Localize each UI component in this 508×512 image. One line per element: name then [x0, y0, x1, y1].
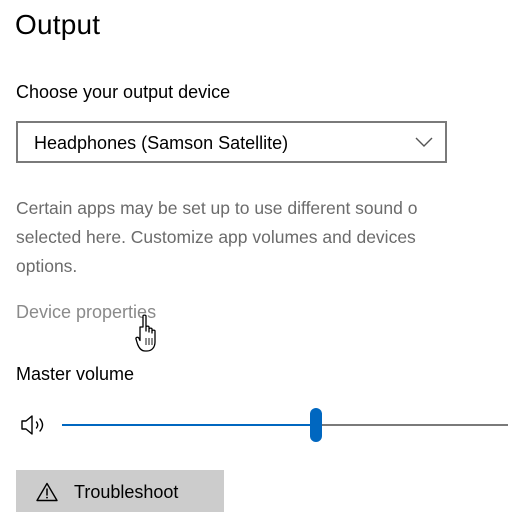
- master-volume-slider[interactable]: [62, 408, 508, 442]
- output-device-label: Choose your output device: [16, 82, 231, 102]
- warning-icon: [36, 482, 58, 502]
- output-help-text: Certain apps may be set up to use differ…: [16, 194, 508, 281]
- troubleshoot-label: Troubleshoot: [74, 482, 179, 502]
- chevron-down-icon: [415, 137, 433, 147]
- slider-thumb[interactable]: [310, 408, 322, 442]
- sound-settings-output-section: Output Choose your output device Headpho…: [0, 0, 508, 512]
- output-device-selected-value: Headphones (Samson Satellite): [34, 133, 289, 153]
- help-text-line: Certain apps may be set up to use differ…: [16, 198, 418, 218]
- help-text-line: selected here. Customize app volumes and…: [16, 227, 416, 247]
- hand-pointer-cursor-icon: [135, 314, 156, 352]
- help-text-line: options.: [16, 256, 78, 276]
- output-device-dropdown[interactable]: Headphones (Samson Satellite): [16, 121, 447, 163]
- section-title: Output: [15, 9, 101, 40]
- master-volume-label: Master volume: [16, 364, 135, 384]
- troubleshoot-button[interactable]: Troubleshoot: [16, 470, 224, 512]
- slider-fill: [62, 424, 316, 426]
- speaker-icon: [21, 415, 44, 435]
